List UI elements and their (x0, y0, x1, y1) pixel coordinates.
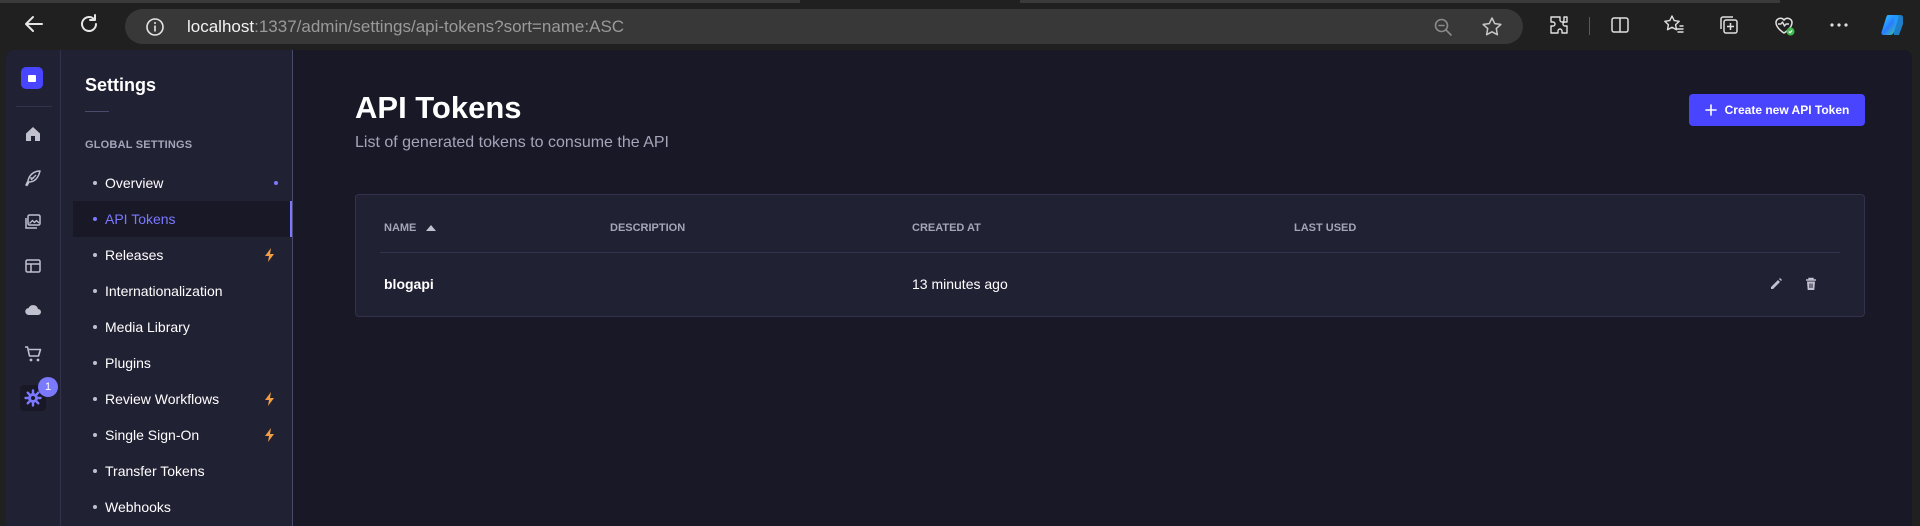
feather-icon[interactable] (20, 165, 46, 191)
bullet-icon (93, 433, 97, 437)
lightning-bolt-icon (265, 428, 274, 442)
sub-nav-section-label: GLOBAL SETTINGS (85, 139, 193, 151)
token-created-at-cell: 13 minutes ago (912, 276, 1008, 292)
main-navigation: 1 (6, 50, 61, 526)
notification-badge: 1 (38, 377, 58, 397)
sub-nav-item-media-library[interactable]: Media Library (73, 309, 292, 345)
sub-nav-item-api-tokens[interactable]: API Tokens (73, 201, 292, 237)
browser-essentials-icon[interactable] (1771, 12, 1797, 38)
sort-ascending-icon[interactable] (426, 225, 437, 231)
url-text[interactable]: localhost:1337/admin/settings/api-tokens… (187, 17, 624, 37)
strapi-admin-app: 1 Settings GLOBAL SETTINGS Overview API … (6, 50, 1912, 526)
new-indicator-dot (274, 181, 278, 185)
sub-nav-item-plugins[interactable]: Plugins (73, 345, 292, 381)
bullet-icon (93, 505, 97, 509)
sub-nav-item-label: Review Workflows (105, 391, 220, 407)
create-api-token-label: Create new API Token (1724, 103, 1850, 117)
zoom-out-icon[interactable] (1432, 16, 1454, 38)
site-info-icon[interactable] (145, 17, 165, 37)
column-header-description: DESCRIPTION (610, 222, 685, 234)
bullet-icon (93, 217, 97, 221)
column-header-label: NAME (384, 222, 417, 234)
sub-nav-divider (85, 111, 109, 112)
column-header-label: DESCRIPTION (610, 222, 686, 234)
sub-nav-item-review-workflows[interactable]: Review Workflows (73, 381, 292, 417)
url-host: localhost (187, 17, 255, 36)
column-header-created-at[interactable]: CREATED AT (912, 222, 981, 234)
favorites-icon[interactable] (1661, 12, 1687, 38)
sub-nav-item-label: Releases (105, 247, 164, 263)
column-header-last-used[interactable]: LAST USED (1294, 222, 1356, 234)
sub-nav-item-webhooks[interactable]: Webhooks (73, 489, 292, 525)
sub-nav-item-label: Single Sign-On (105, 427, 200, 443)
column-header-label: LAST USED (1294, 222, 1357, 234)
layout-icon[interactable] (20, 253, 46, 279)
copilot-icon[interactable] (1880, 12, 1906, 38)
tab-strip (0, 0, 800, 3)
extensions-icon[interactable] (1546, 12, 1572, 38)
api-tokens-table: NAME DESCRIPTION CREATED AT LAST USED bl… (355, 194, 1865, 317)
collections-icon[interactable] (1716, 12, 1742, 38)
url-path: :1337/admin/settings/api-tokens?sort=nam… (254, 17, 625, 36)
create-api-token-button[interactable]: Create new API Token (1689, 94, 1865, 126)
home-icon[interactable] (20, 121, 46, 147)
sub-nav-item-single-sign-on[interactable]: Single Sign-On (73, 417, 292, 453)
cart-icon[interactable] (20, 341, 46, 367)
settings-sub-navigation: Settings GLOBAL SETTINGS Overview API To… (61, 50, 293, 526)
sub-nav-item-label: Overview (105, 175, 164, 191)
split-screen-icon[interactable] (1607, 12, 1633, 38)
bullet-icon (93, 181, 97, 185)
cloud-icon[interactable] (20, 297, 46, 323)
sub-nav-item-releases[interactable]: Releases (73, 237, 292, 273)
column-header-name[interactable]: NAME (384, 222, 437, 234)
sub-nav-item-label: Media Library (105, 319, 190, 335)
edit-pencil-icon[interactable] (1768, 276, 1784, 292)
bullet-icon (93, 397, 97, 401)
token-name-cell: blogapi (384, 276, 434, 292)
sub-nav-item-label: API Tokens (105, 211, 176, 227)
sub-nav-item-transfer-tokens[interactable]: Transfer Tokens (73, 453, 292, 489)
address-bar[interactable]: localhost:1337/admin/settings/api-tokens… (125, 9, 1523, 44)
sub-nav-item-label: Internationalization (105, 283, 223, 299)
bullet-icon (93, 289, 97, 293)
page-title: API Tokens (355, 90, 522, 125)
sub-nav-item-internationalization[interactable]: Internationalization (73, 273, 292, 309)
browser-toolbar: localhost:1337/admin/settings/api-tokens… (0, 0, 1920, 48)
table-header-divider (380, 252, 1840, 253)
strapi-logo[interactable] (21, 67, 43, 89)
back-icon[interactable] (18, 8, 50, 40)
bullet-icon (93, 469, 97, 473)
page-subtitle: List of generated tokens to consume the … (355, 134, 669, 151)
images-icon[interactable] (20, 209, 46, 235)
sub-nav-title: Settings (85, 75, 157, 95)
main-content: API Tokens List of generated tokens to c… (293, 50, 1912, 526)
column-header-label: CREATED AT (912, 222, 981, 234)
bullet-icon (93, 253, 97, 257)
refresh-icon[interactable] (73, 8, 105, 40)
sub-nav-item-label: Webhooks (105, 499, 171, 515)
lightning-bolt-icon (265, 248, 274, 262)
nav-divider (16, 106, 52, 107)
bullet-icon (93, 325, 97, 329)
delete-trash-icon[interactable] (1803, 276, 1819, 292)
more-options-icon[interactable] (1826, 12, 1852, 38)
tab-strip (1020, 0, 1780, 3)
plus-icon (1704, 104, 1717, 116)
bullet-icon (93, 361, 97, 365)
toolbar-divider (1589, 17, 1590, 35)
favorite-star-icon[interactable] (1481, 16, 1503, 38)
sub-nav-item-label: Plugins (105, 355, 151, 371)
sub-nav-item-label: Transfer Tokens (105, 463, 205, 479)
lightning-bolt-icon (265, 392, 274, 406)
sub-nav-item-overview[interactable]: Overview (73, 165, 292, 201)
